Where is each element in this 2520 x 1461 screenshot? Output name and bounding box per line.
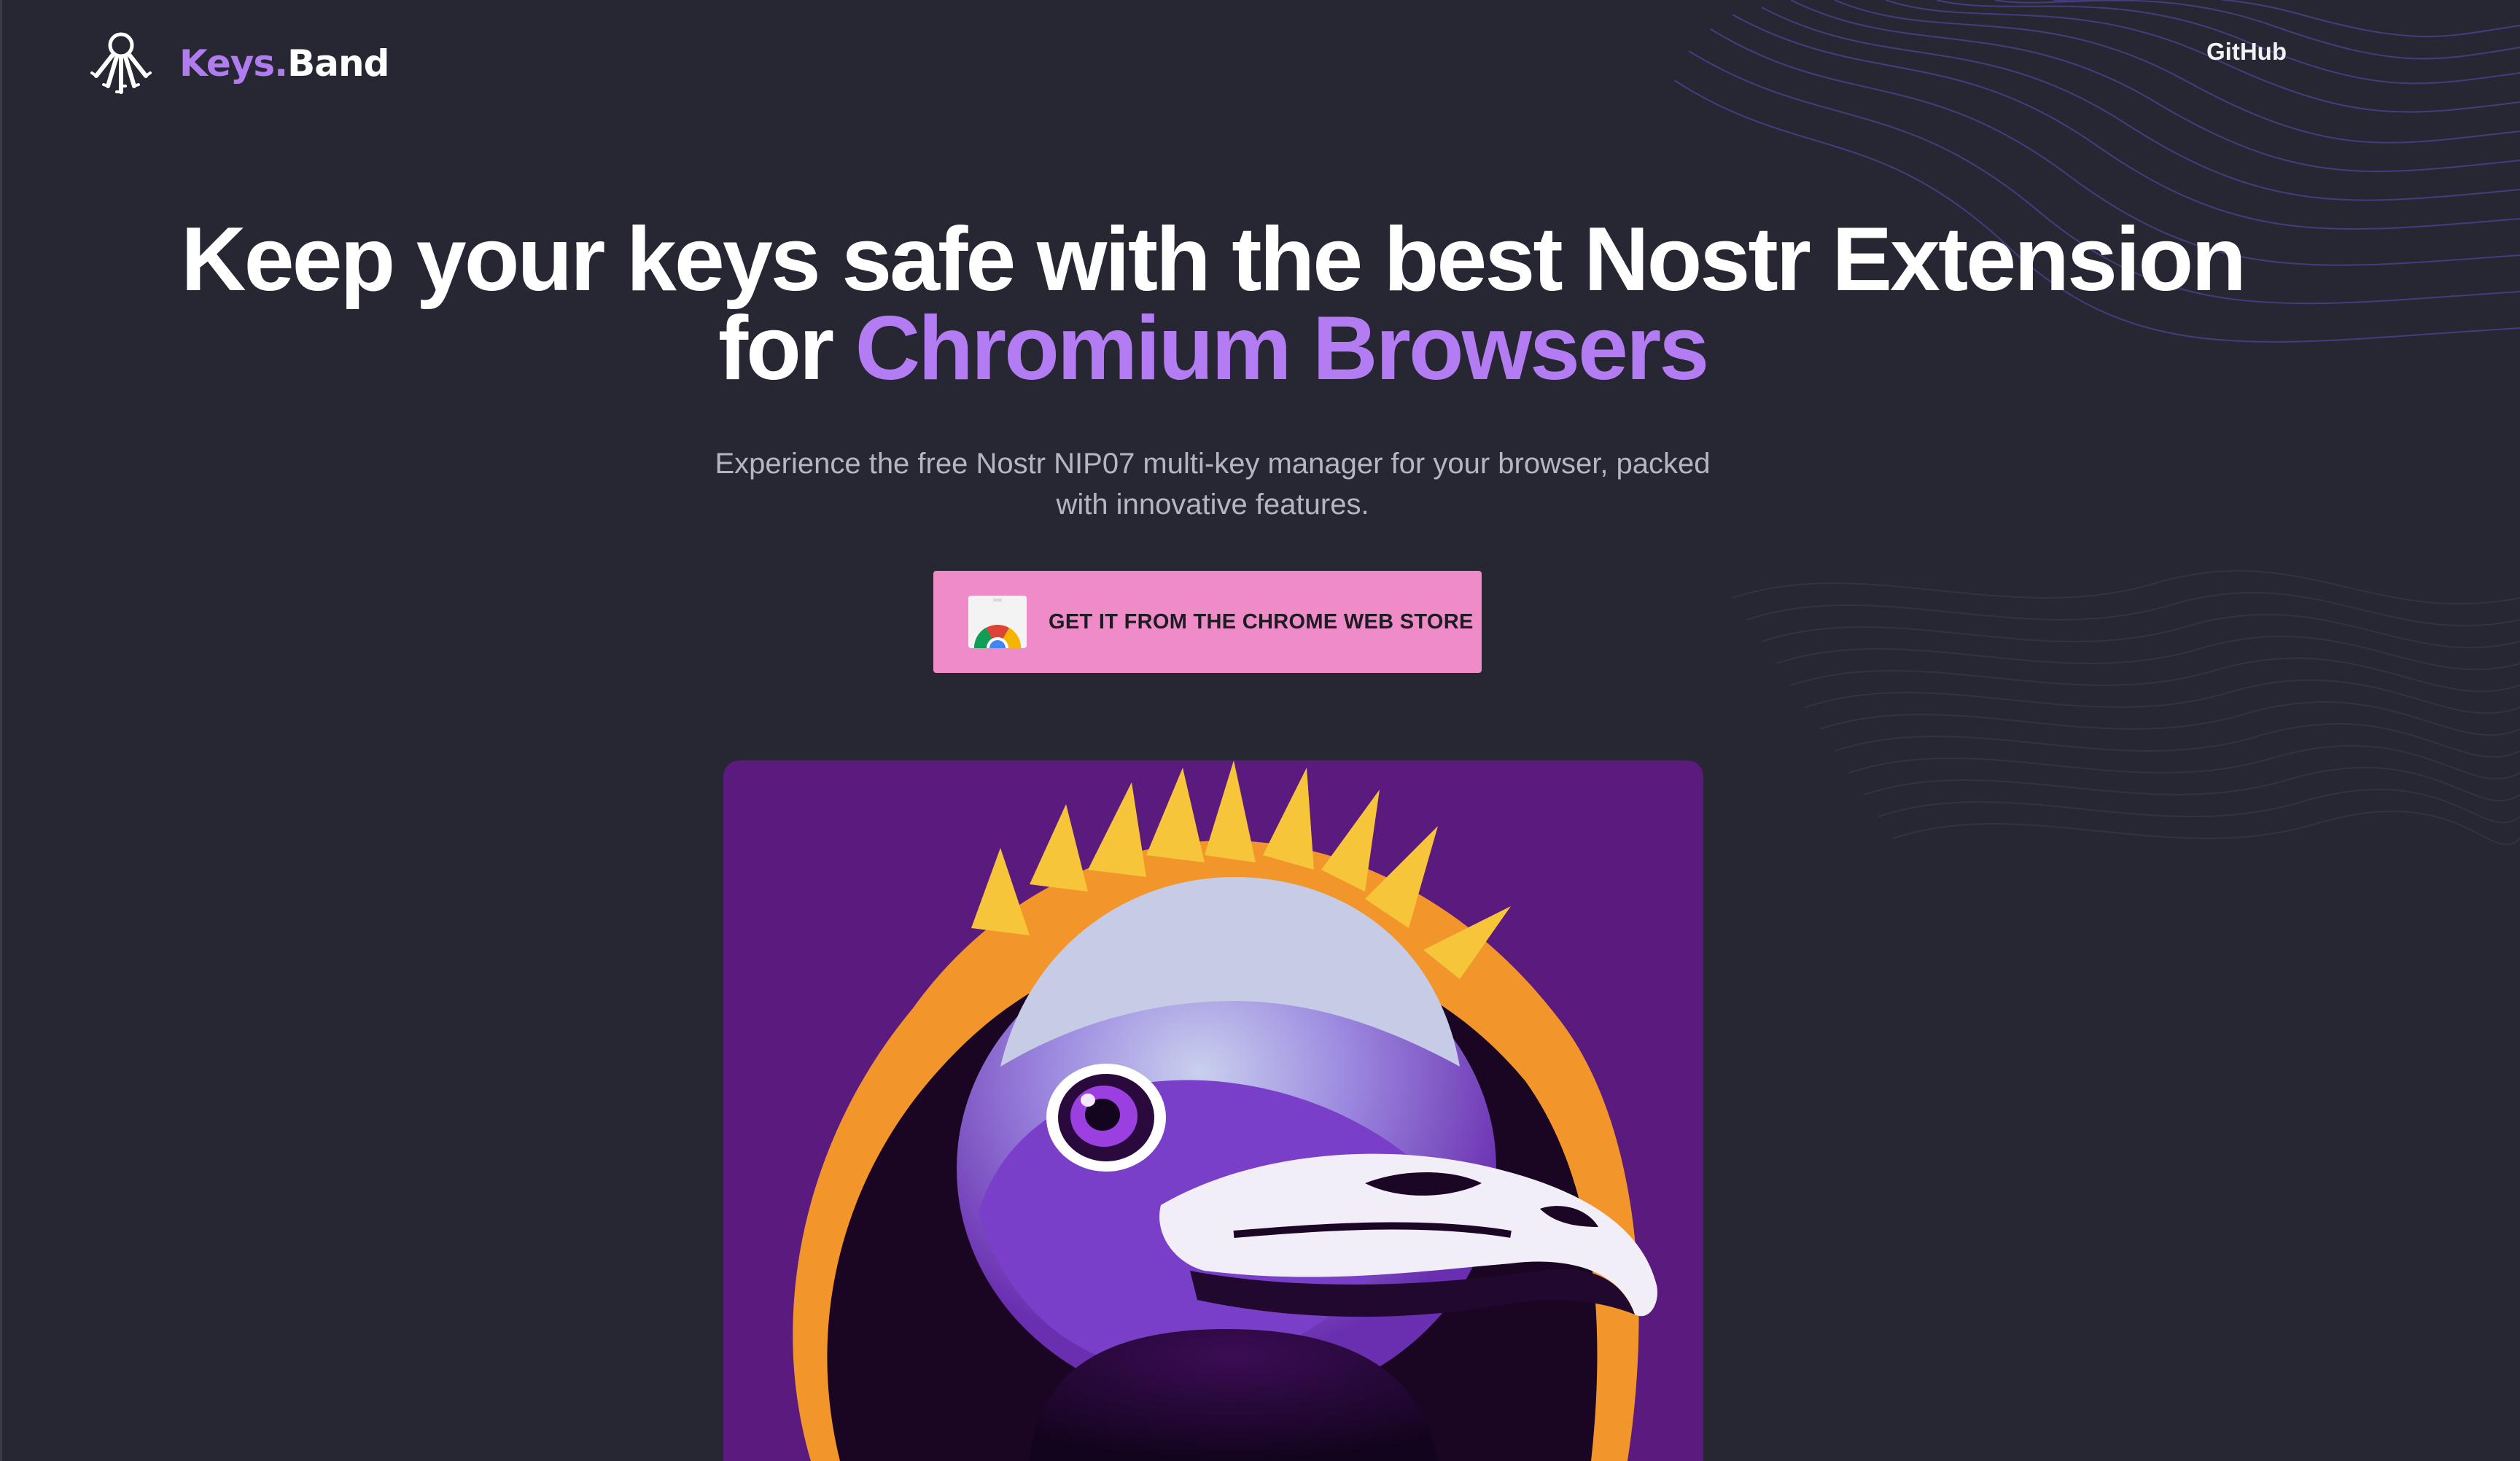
landing-page: Keys.Band GitHub Keep your keys safe wit… bbox=[0, 0, 2520, 1461]
nav-github-link[interactable]: GitHub bbox=[2206, 38, 2287, 66]
ostrich-illustration bbox=[723, 760, 1703, 1461]
chrome-web-store-button[interactable]: GET IT FROM THE CHROME WEB STORE bbox=[933, 571, 1482, 673]
headline-line-2: for Chromium Browsers bbox=[0, 303, 2425, 394]
headline-prefix: for bbox=[718, 298, 855, 399]
brand-name-first: Keys. bbox=[179, 42, 288, 85]
hero-headline: Keep your keys safe with the best Nostr … bbox=[0, 209, 2425, 394]
chrome-web-store-icon bbox=[968, 596, 1027, 648]
subtitle-line-1: Experience the free Nostr NIP07 multi-ke… bbox=[715, 448, 1711, 480]
brand-name: Keys.Band bbox=[179, 42, 389, 85]
chrome-web-store-button-label: GET IT FROM THE CHROME WEB STORE bbox=[1049, 609, 1474, 634]
brand-name-second: Band bbox=[287, 42, 389, 85]
brand-logo-link[interactable]: Keys.Band bbox=[88, 31, 389, 96]
hero-subtitle: Experience the free Nostr NIP07 multi-ke… bbox=[0, 443, 2425, 525]
headline-highlight: Chromium Browsers bbox=[855, 298, 1710, 399]
keys-ring-icon bbox=[90, 32, 152, 94]
headline-line-1: Keep your keys safe with the best Nostr … bbox=[181, 209, 2247, 310]
subtitle-line-2: with innovative features. bbox=[1056, 488, 1369, 521]
